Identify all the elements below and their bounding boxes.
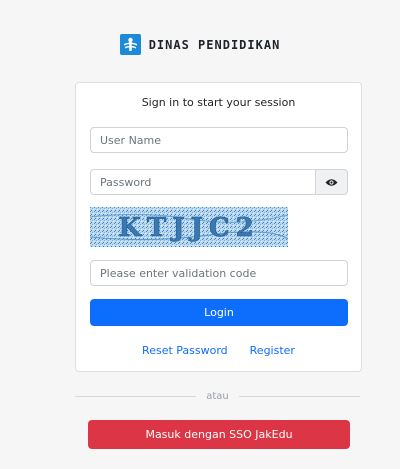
validation-code-input[interactable] (90, 260, 348, 286)
card-links: Reset Password Register (76, 344, 361, 357)
eye-icon (325, 178, 338, 186)
register-link[interactable]: Register (250, 344, 295, 357)
brand-header: DINAS PENDIDIKAN (0, 34, 400, 55)
divider-text: atau (206, 391, 229, 402)
dinas-pendidikan-logo-icon (119, 34, 141, 55)
sso-jakedu-button[interactable]: Masuk dengan SSO JakEdu (88, 420, 350, 449)
reset-password-link[interactable]: Reset Password (142, 344, 228, 357)
or-divider: atau (75, 391, 361, 402)
brand-name: DINAS PENDIDIKAN (148, 37, 281, 52)
login-button[interactable]: Login (90, 299, 348, 326)
captcha-image: KTJJC2 (90, 207, 288, 247)
password-input[interactable] (90, 169, 316, 195)
show-password-button[interactable] (315, 169, 348, 195)
username-input[interactable] (90, 127, 348, 153)
divider-line-left (75, 396, 197, 397)
login-card: Sign in to start your session KTJJC2 Log… (75, 82, 362, 372)
login-card-title: Sign in to start your session (141, 96, 296, 109)
divider-line-right (238, 396, 361, 397)
captcha-text: KTJJC2 (118, 213, 259, 243)
